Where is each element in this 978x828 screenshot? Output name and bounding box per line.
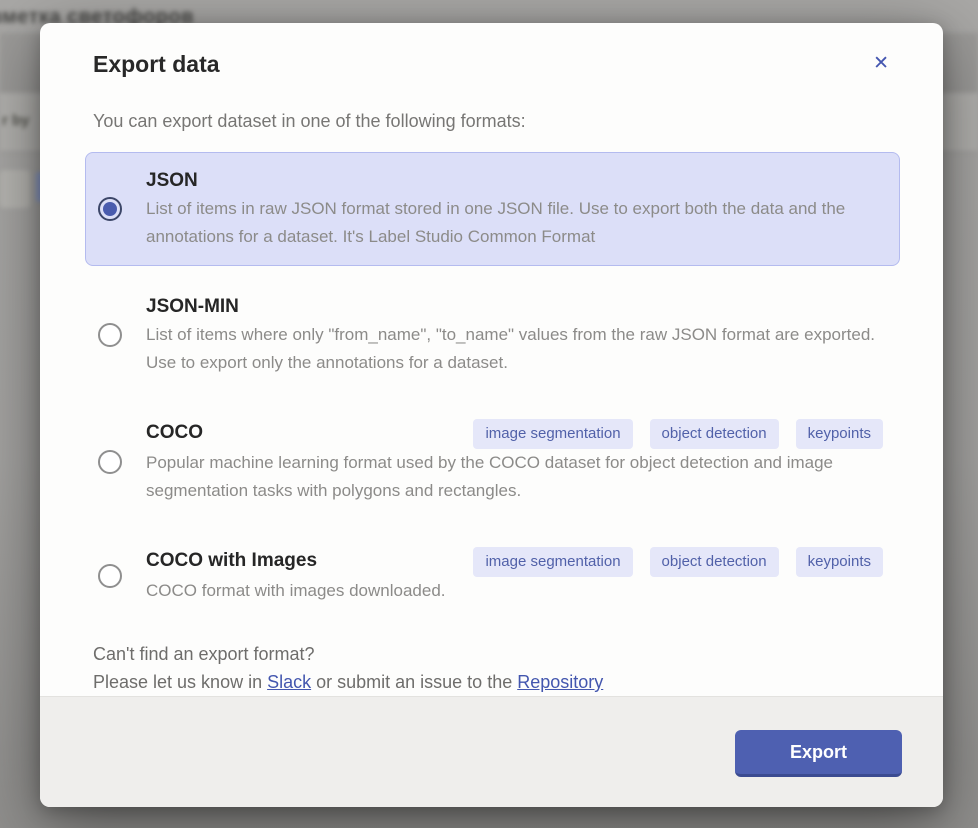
tag-object-detection: object detection [650,419,779,449]
option-description: List of items where only "from_name", "t… [146,321,883,377]
option-body: JSON List of items in raw JSON format st… [146,167,883,251]
option-head: JSON-MIN [146,293,883,321]
repository-link[interactable]: Repository [517,672,603,692]
export-button[interactable]: Export [735,730,902,777]
help-line2-middle: or submit an issue to the [311,672,517,692]
close-icon: ✕ [873,53,889,74]
radio-json-min[interactable] [98,323,122,347]
modal-title: Export data [93,49,220,79]
modal-header: Export data ✕ [40,23,943,79]
option-head: JSON [146,167,883,195]
option-title: COCO with Images [146,547,317,575]
option-tags: image segmentation object detection keyp… [473,419,883,449]
export-option-json-min[interactable]: JSON-MIN List of items where only "from_… [85,278,900,392]
radio-coco[interactable] [98,450,122,474]
modal-body: Export data ✕ You can export dataset in … [40,23,943,696]
option-title: JSON [146,167,198,195]
export-option-json[interactable]: JSON List of items in raw JSON format st… [85,152,900,266]
option-head: COCO image segmentation object detection… [146,419,883,449]
option-title: COCO [146,419,203,447]
help-line2-prefix: Please let us know in [93,672,267,692]
tag-image-segmentation: image segmentation [473,547,632,577]
backdrop-button-fragment [0,170,30,208]
tag-keypoints: keypoints [796,419,883,449]
close-button[interactable]: ✕ [867,50,895,78]
option-description: List of items in raw JSON format stored … [146,195,883,251]
export-data-modal: Export data ✕ You can export dataset in … [40,23,943,807]
export-option-coco-with-images[interactable]: COCO with Images image segmentation obje… [85,532,900,620]
radio-coco-with-images[interactable] [98,564,122,588]
tag-object-detection: object detection [650,547,779,577]
option-body: COCO with Images image segmentation obje… [146,547,883,605]
tag-image-segmentation: image segmentation [473,419,632,449]
backdrop-filter-label: r by [2,112,30,129]
radio-json[interactable] [98,197,122,221]
modal-footer: Export [40,696,943,807]
option-body: JSON-MIN List of items where only "from_… [146,293,883,377]
help-text: Can't find an export format? Please let … [93,640,890,696]
option-description: COCO format with images downloaded. [146,577,883,605]
option-head: COCO with Images image segmentation obje… [146,547,883,577]
export-option-coco[interactable]: COCO image segmentation object detection… [85,404,900,520]
export-format-options: JSON List of items in raw JSON format st… [85,152,900,620]
help-line1: Can't find an export format? [93,640,890,668]
radio-column [98,323,122,347]
help-line2: Please let us know in Slack or submit an… [93,668,890,696]
slack-link[interactable]: Slack [267,672,311,692]
option-title: JSON-MIN [146,293,239,321]
option-description: Popular machine learning format used by … [146,449,883,505]
intro-text: You can export dataset in one of the fol… [93,109,890,134]
option-tags: image segmentation object detection keyp… [473,547,883,577]
radio-column [98,450,122,474]
tag-keypoints: keypoints [796,547,883,577]
radio-column [98,197,122,221]
option-body: COCO image segmentation object detection… [146,419,883,505]
radio-column [98,564,122,588]
